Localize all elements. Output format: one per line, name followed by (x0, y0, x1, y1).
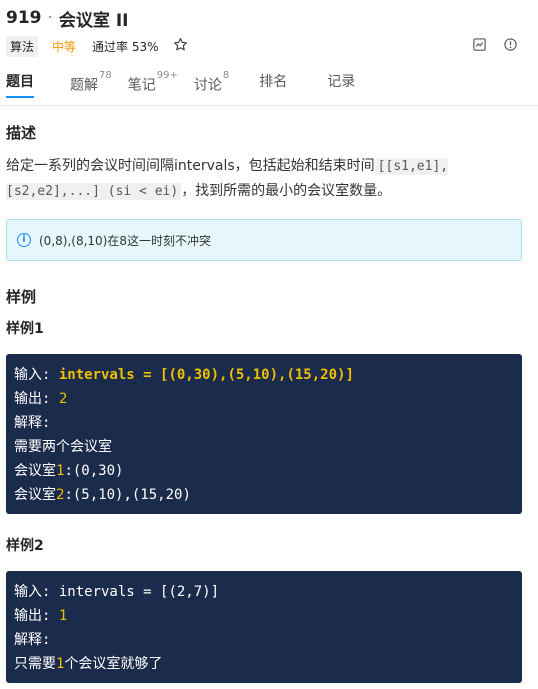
tab-solutions[interactable]: 题解78 (64, 66, 118, 106)
alert-icon[interactable] (503, 37, 518, 56)
example-1-code: 输入: intervals = [(0,30),(5,10),(15,20)] … (6, 354, 522, 514)
example-2-output: 输出: 1 (14, 608, 68, 624)
problem-number: 919 (6, 8, 42, 28)
difficulty-label: 中等 (52, 39, 77, 54)
description-text-after: ，找到所需的最小的会议室数量。 (181, 183, 392, 199)
examples-heading: 样例 (6, 288, 37, 306)
problem-header: 919 · 会议室 II (6, 6, 538, 31)
problem-meta: 算法 中等 通过率 53% (6, 35, 526, 57)
note-text: (0,8),(8,10)在8这一时刻不冲突 (39, 233, 211, 248)
example-2-explain-1: 只需要1个会议室就够了 (14, 656, 163, 672)
example-1-explain-1: 需要两个会议室 (14, 439, 112, 455)
tab-records[interactable]: 记录 (321, 66, 361, 106)
example-1-title: 样例1 (6, 321, 44, 337)
category-tag[interactable]: 算法 (6, 35, 39, 57)
tab-discuss[interactable]: 讨论8 (188, 66, 235, 106)
description-text: 给定一系列的会议时间间隔intervals，包括起始和结束时间 [[s1,e1],… (6, 154, 526, 204)
export-icon[interactable] (472, 37, 487, 56)
meta-actions (472, 35, 518, 57)
example-2-title: 样例2 (6, 538, 44, 554)
star-icon[interactable] (173, 37, 188, 56)
example-2-code: 输入: intervals = [(2,7)] 输出: 1 解释: 只需要1个会… (6, 571, 522, 683)
example-2-input: 输入: intervals = [(2,7)] (14, 584, 220, 600)
example-1-explain-2: 会议室1:(0,30) (14, 463, 124, 479)
tab-notes[interactable]: 笔记99+ (122, 66, 184, 106)
description-heading: 描述 (6, 124, 37, 142)
example-1-output: 输出: 2 (14, 391, 68, 407)
example-1-input: 输入: intervals = [(0,30),(5,10),(15,20)] (14, 367, 354, 383)
description-text-before: 给定一系列的会议时间间隔intervals，包括起始和结束时间 (6, 158, 375, 174)
problem-title: 会议室 II (58, 10, 129, 31)
pass-rate: 通过率 53% (92, 39, 159, 54)
example-1-explain-3: 会议室2:(5,10),(15,20) (14, 487, 191, 503)
title-separator: · (47, 8, 53, 28)
problem-title-row: 919 · 会议室 II (6, 6, 538, 31)
problem-tabs: 题目 题解78 笔记99+ 讨论8 排名 记录 (0, 66, 538, 106)
example-2-explain-label: 解释: (14, 632, 51, 648)
tab-problem[interactable]: 题目 (0, 66, 40, 106)
info-icon: i (17, 233, 31, 247)
info-note: i (0,8),(8,10)在8这一时刻不冲突 (6, 219, 522, 261)
tab-ranking[interactable]: 排名 (253, 66, 293, 106)
example-1-explain-label: 解释: (14, 415, 51, 431)
